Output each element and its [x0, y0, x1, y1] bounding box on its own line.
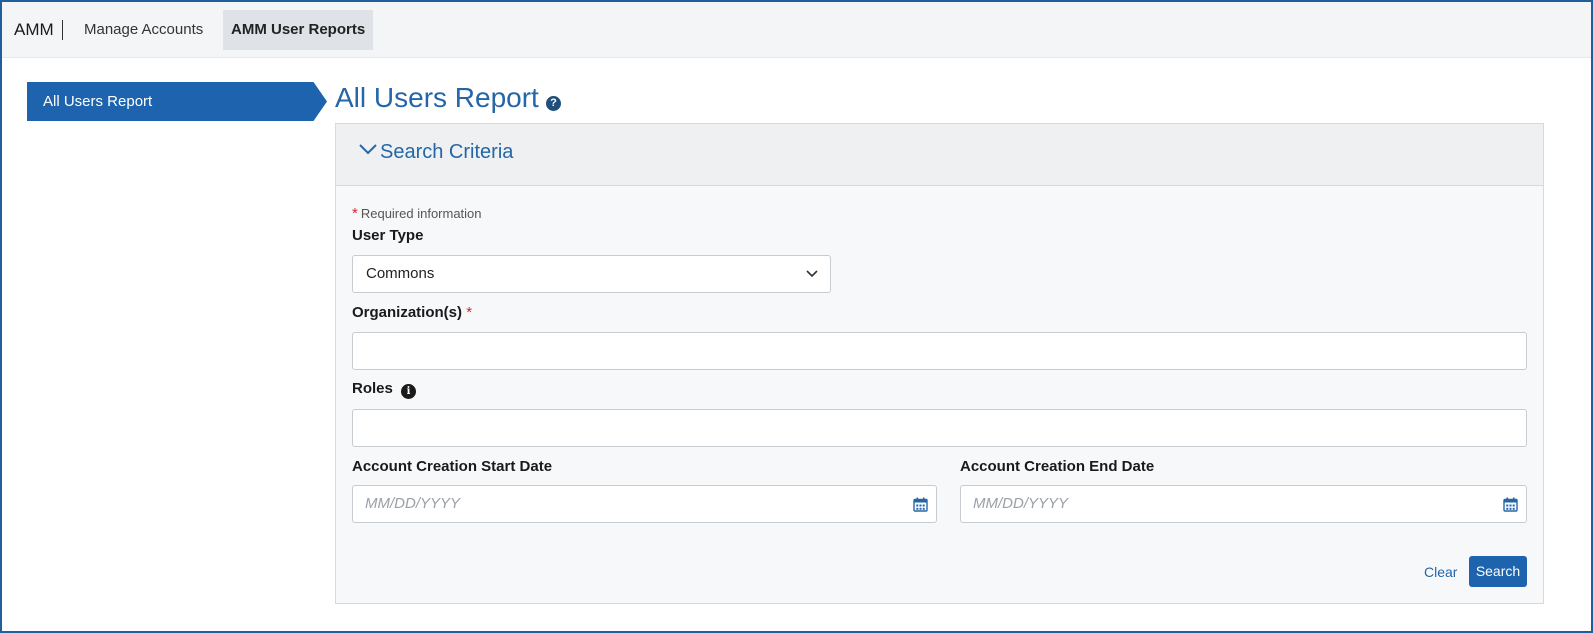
- required-note-text: Required information: [360, 206, 482, 221]
- user-type-label: User Type: [352, 227, 424, 244]
- calendar-icon[interactable]: [1503, 497, 1518, 512]
- nav-amm-user-reports[interactable]: AMM User Reports: [223, 10, 374, 50]
- roles-label-text: Roles: [352, 380, 393, 397]
- chevron-down-icon: [806, 270, 818, 278]
- panel-title: Search Criteria: [380, 141, 514, 163]
- sidebar-item-all-users-report[interactable]: All Users Report: [27, 82, 327, 121]
- roles-input[interactable]: [352, 409, 1527, 447]
- required-star-icon: *: [352, 205, 358, 222]
- top-navbar: AMM Manage Accounts AMM User Reports: [2, 2, 1591, 58]
- chevron-down-icon: [359, 144, 377, 155]
- organizations-label: Organization(s) *: [352, 304, 472, 321]
- info-circle-icon[interactable]: i: [401, 384, 417, 399]
- start-date-placeholder: MM/DD/YYYY: [365, 495, 461, 512]
- organizations-label-text: Organization(s): [352, 304, 463, 321]
- question-circle-icon[interactable]: ?: [546, 96, 561, 111]
- end-date-label: Account Creation End Date: [960, 458, 1155, 475]
- user-type-select[interactable]: Commons: [352, 255, 831, 293]
- roles-label: Roles i: [352, 380, 417, 399]
- required-star-icon: *: [466, 304, 473, 321]
- required-note: * Required information: [352, 205, 482, 222]
- nav-manage-accounts[interactable]: Manage Accounts: [76, 10, 211, 50]
- calendar-icon[interactable]: [913, 497, 928, 512]
- user-type-value: Commons: [366, 265, 435, 282]
- start-date-label: Account Creation Start Date: [352, 458, 553, 475]
- end-date-input[interactable]: MM/DD/YYYY: [960, 485, 1527, 523]
- search-criteria-panel: Search Criteria * Required information Us…: [335, 123, 1544, 604]
- page-title: All Users Report: [335, 82, 539, 113]
- end-date-placeholder: MM/DD/YYYY: [973, 495, 1069, 512]
- brand-logo[interactable]: AMM: [14, 20, 63, 40]
- start-date-input[interactable]: MM/DD/YYYY: [352, 485, 937, 523]
- organizations-input[interactable]: [352, 332, 1527, 370]
- panel-header[interactable]: Search Criteria: [336, 124, 1543, 186]
- search-button[interactable]: Search: [1469, 556, 1527, 587]
- app-frame: AMM Manage Accounts AMM User Reports All…: [0, 0, 1593, 633]
- clear-button[interactable]: Clear: [1424, 564, 1457, 580]
